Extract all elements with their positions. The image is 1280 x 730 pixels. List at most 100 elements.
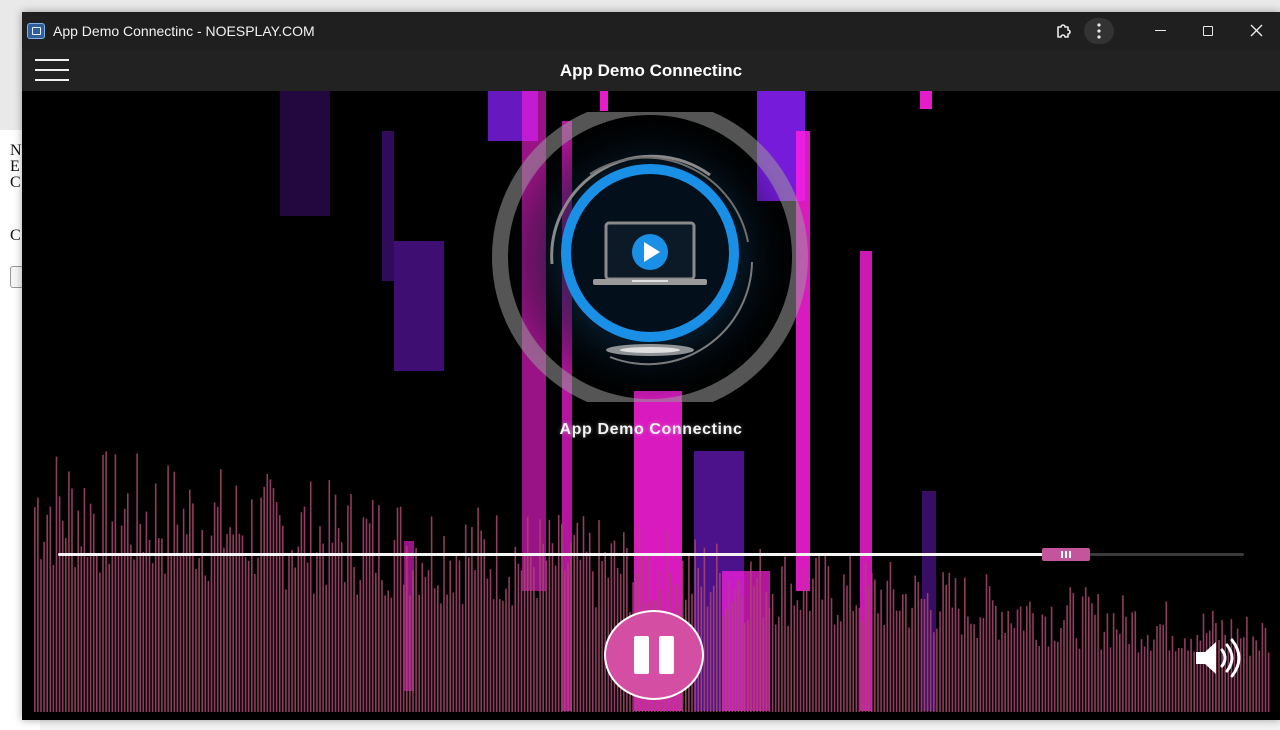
spectrum-bar	[114, 454, 117, 712]
spectrum-bar	[939, 611, 941, 712]
spectrum-bar	[920, 598, 923, 712]
spectrum-bar	[387, 590, 389, 712]
spectrum-bar	[1016, 609, 1019, 712]
close-icon[interactable]	[1232, 12, 1280, 49]
spectrum-bar	[207, 580, 210, 712]
spectrum-bar	[46, 514, 48, 712]
spectrum-bar	[164, 573, 166, 712]
spectrum-bar	[1181, 648, 1183, 712]
spectrum-bar	[133, 559, 135, 712]
spectrum-bar	[985, 574, 988, 712]
pause-button[interactable]	[604, 610, 704, 700]
window-titlebar[interactable]: App Demo Connectinc - NOESPLAY.COM	[22, 12, 1280, 49]
spectrum-bar	[809, 610, 811, 712]
spectrum-bar	[263, 486, 265, 712]
spectrum-bar	[951, 607, 954, 712]
spectrum-bar	[998, 639, 1000, 712]
spectrum-bar	[344, 582, 346, 712]
spectrum-bar	[1004, 633, 1006, 712]
spectrum-bar	[430, 516, 433, 712]
spectrum-bar	[158, 538, 160, 712]
spectrum-bar	[796, 600, 799, 712]
spectrum-bar	[325, 584, 327, 712]
spectrum-bar	[911, 607, 913, 712]
spectrum-bar	[898, 610, 901, 712]
spectrum-bar	[499, 599, 501, 712]
minimize-icon[interactable]	[1136, 12, 1184, 49]
app-bar: App Demo Connectinc	[22, 49, 1280, 91]
spectrum-bar	[328, 480, 331, 712]
spectrum-bar	[833, 624, 836, 712]
spectrum-bar	[154, 483, 157, 712]
spectrum-bar	[827, 566, 830, 712]
spectrum-bar	[523, 554, 526, 712]
spectrum-bar	[108, 563, 110, 712]
spectrum-bar	[1115, 629, 1118, 712]
spectrum-bar	[722, 616, 724, 712]
spectrum-bar	[1249, 655, 1251, 712]
spectrum-bar	[579, 559, 582, 712]
spectrum-bar	[285, 589, 287, 712]
progress-slider[interactable]	[58, 548, 1244, 561]
spectrum-bar	[480, 530, 482, 712]
spectrum-bar	[452, 592, 455, 712]
spectrum-bar	[213, 502, 216, 712]
spectrum-bar	[539, 519, 541, 712]
spectrum-bar	[1078, 648, 1081, 712]
volume-icon[interactable]	[1194, 638, 1244, 678]
spectrum-bar	[43, 541, 45, 712]
spectrum-bar	[272, 487, 275, 712]
spectrum-bar	[554, 565, 557, 712]
spectrum-bar	[1072, 593, 1075, 712]
spectrum-bar	[406, 546, 408, 712]
spectrum-bar	[706, 606, 709, 712]
spectrum-bar	[381, 580, 383, 712]
spectrum-bar	[784, 556, 786, 712]
spectrum-bar	[957, 608, 960, 712]
spectrum-bar	[861, 621, 864, 712]
spectrum-bar	[520, 570, 523, 712]
spectrum-bar	[973, 624, 975, 712]
spectrum-bar	[821, 599, 823, 712]
background-letter: E	[10, 158, 20, 175]
spectrum-bar	[988, 586, 991, 712]
spectrum-bar	[536, 598, 538, 712]
neon-column	[920, 91, 932, 109]
spectrum-bar	[716, 543, 718, 712]
spectrum-bar	[1187, 650, 1189, 712]
background-letter: C	[10, 174, 21, 191]
spectrum-bar	[582, 516, 585, 712]
more-vertical-icon[interactable]	[1084, 17, 1114, 44]
spectrum-bar	[979, 617, 982, 712]
pause-icon	[659, 636, 674, 674]
spectrum-bar	[877, 613, 879, 712]
spectrum-bar	[731, 602, 734, 712]
progress-handle[interactable]	[1042, 548, 1091, 561]
spectrum-bar	[840, 621, 842, 712]
spectrum-bar	[210, 535, 213, 712]
spectrum-bar	[65, 538, 67, 712]
spectrum-bar	[1060, 628, 1062, 712]
spectrum-bar	[468, 557, 470, 712]
spectrum-bar	[396, 507, 399, 712]
spectrum-bar	[201, 529, 203, 712]
pause-icon	[634, 636, 649, 674]
app-bar-title: App Demo Connectinc	[559, 61, 743, 80]
spectrum-bar	[995, 605, 997, 712]
spectrum-bar	[991, 600, 994, 712]
spectrum-bar	[359, 580, 362, 712]
spectrum-bar	[511, 605, 513, 712]
spectrum-bar	[824, 554, 827, 712]
spectrum-bar	[223, 547, 225, 712]
puzzle-icon[interactable]	[1044, 12, 1084, 49]
spectrum-bar	[954, 578, 957, 712]
spectrum-bar	[889, 562, 892, 712]
spectrum-bar	[102, 454, 104, 712]
spectrum-bar	[908, 627, 910, 712]
spectrum-bar	[514, 546, 517, 712]
maximize-icon[interactable]	[1184, 12, 1232, 49]
spectrum-bar	[1106, 613, 1109, 712]
app-window: App Demo Connectinc - NOESPLAY.COM App D	[22, 12, 1280, 720]
neon-column	[600, 91, 608, 111]
spectrum-bar	[592, 571, 594, 712]
